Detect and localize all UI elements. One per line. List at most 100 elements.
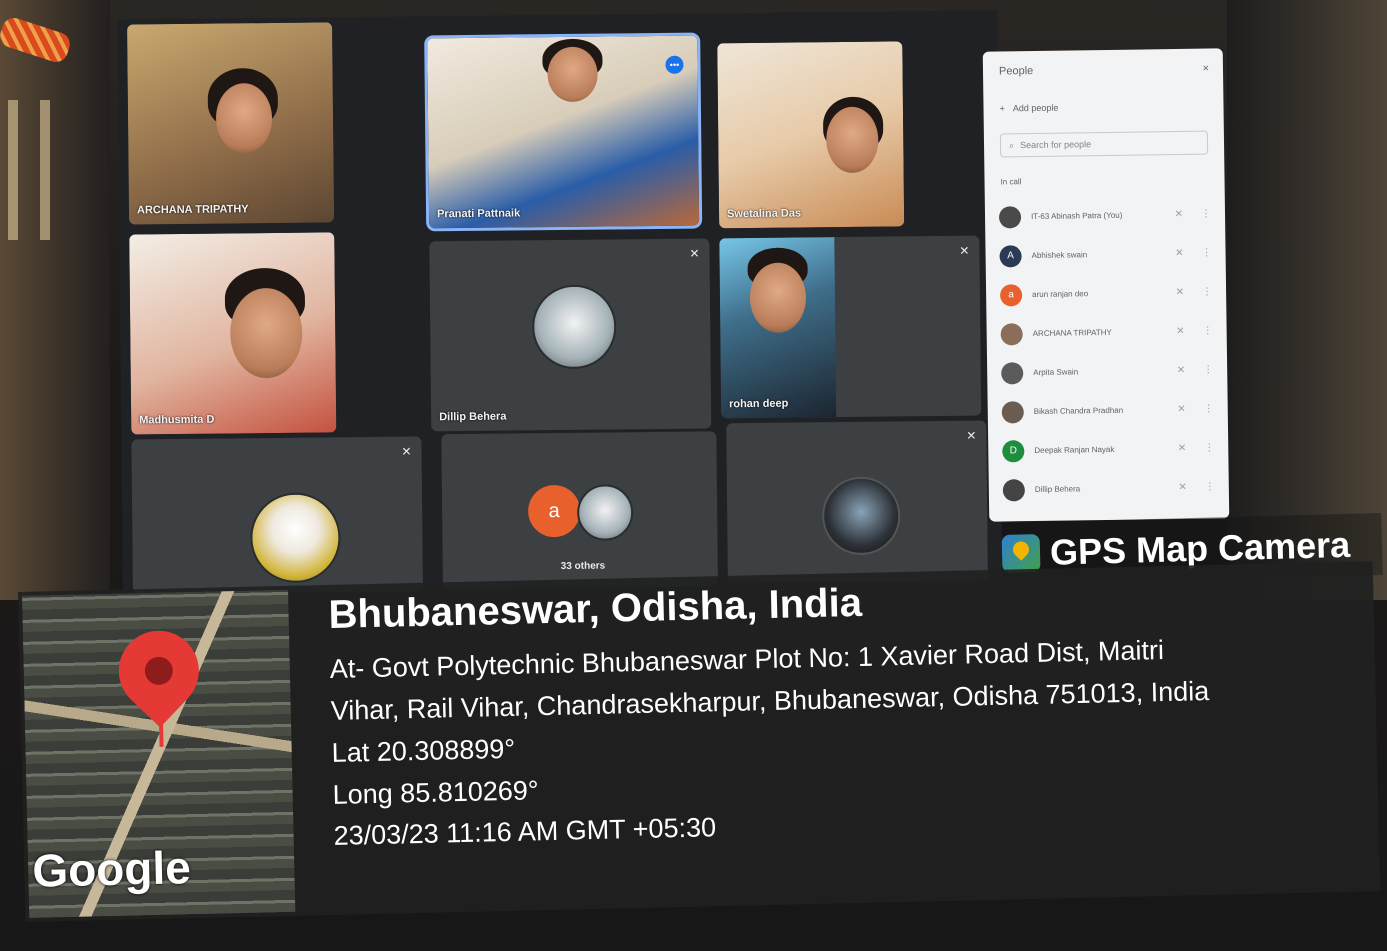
person-actions[interactable]: ✕ ⋮	[1178, 482, 1215, 494]
mic-off-icon: ✕	[401, 444, 412, 459]
more-options-icon[interactable]: •••	[665, 55, 684, 74]
person-avatar	[998, 205, 1022, 228]
people-list-item[interactable]: D Deepak Ranjan Nayak ✕ ⋮	[1002, 429, 1215, 471]
blind-slat	[8, 100, 18, 240]
gps-info-card: Google Bhubaneswar, Odisha, India At- Go…	[18, 561, 1381, 922]
people-list-item[interactable]: ARCHANA TRIPATHY ✕ ⋮	[1000, 312, 1213, 354]
people-list-item[interactable]: Arpita Swain ✕ ⋮	[1001, 351, 1214, 393]
participant-avatar	[821, 476, 901, 556]
participant-avatar	[249, 492, 341, 584]
location-info: Bhubaneswar, Odisha, India At- Govt Poly…	[328, 568, 1363, 858]
participant-tile[interactable]: ARCHANA TRIPATHY	[127, 22, 335, 225]
people-list: IT-63 Abinash Patra (You) ✕ ⋮ A Abhishek …	[998, 195, 1216, 510]
person-avatar	[1001, 361, 1024, 384]
mic-off-icon: ✕	[1177, 403, 1186, 416]
meeting-grid: ARCHANA TRIPATHY ••• Pranati Pattnaik Sw…	[116, 10, 1004, 600]
room-background-right	[1227, 0, 1387, 600]
participant-name: Pranati Pattnaik	[436, 207, 521, 221]
others-count: 33 others	[560, 560, 606, 573]
participant-tile[interactable]: ✕	[726, 420, 988, 584]
person-avatar: D	[1002, 439, 1025, 462]
mic-off-icon: ✕	[959, 243, 970, 258]
photo: ARCHANA TRIPATHY ••• Pranati Pattnaik Sw…	[0, 0, 1387, 951]
participant-name: rohan deep	[728, 397, 789, 411]
participant-tile[interactable]: Madhusmita D	[129, 232, 337, 435]
others-avatar: a	[527, 484, 581, 538]
people-list-item[interactable]: A Abhishek swain ✕ ⋮	[999, 234, 1212, 276]
people-search-input[interactable]: ⌕ Search for people	[999, 130, 1209, 158]
person-actions[interactable]: ✕ ⋮	[1175, 209, 1212, 221]
person-actions[interactable]: ✕ ⋮	[1177, 365, 1214, 377]
participant-tile[interactable]: ✕ rohan deep	[719, 235, 982, 419]
more-vert-icon: ⋮	[1203, 364, 1214, 376]
mic-off-icon: ✕	[689, 246, 700, 261]
participant-tile[interactable]: Swetalina Das	[717, 41, 905, 229]
person-avatar	[1000, 322, 1023, 345]
gps-camera-logo-icon	[1001, 533, 1041, 573]
mic-off-icon: ✕	[1176, 325, 1185, 338]
participant-name: ARCHANA TRIPATHY	[136, 203, 249, 217]
participant-video	[129, 232, 337, 435]
person-name: Deepak Ranjan Nayak	[1034, 444, 1115, 456]
person-name: Arpita Swain	[1033, 367, 1079, 378]
search-icon: ⌕	[1008, 139, 1015, 150]
mic-off-icon: ✕	[1178, 481, 1187, 494]
map-brand: Google	[31, 841, 192, 897]
others-tile[interactable]: a 33 others	[441, 431, 718, 590]
people-panel-title: People	[998, 64, 1034, 78]
person-name: IT-63 Abinash Patra (You)	[1030, 210, 1123, 222]
participant-video	[717, 41, 905, 229]
more-vert-icon: ⋮	[1204, 481, 1215, 493]
more-vert-icon: ⋮	[1204, 442, 1215, 454]
participant-tile[interactable]: ✕ Dillip Behera	[429, 238, 712, 432]
person-name: Bikash Chandra Pradhan	[1033, 405, 1124, 417]
people-list-item[interactable]: Dillip Behera ✕ ⋮	[1002, 468, 1216, 510]
search-placeholder: Search for people	[1020, 139, 1092, 151]
add-people-button[interactable]: + Add people	[999, 103, 1058, 114]
participant-video	[719, 237, 837, 419]
room-background-left	[0, 0, 110, 600]
person-actions[interactable]: ✕ ⋮	[1177, 404, 1214, 416]
people-panel-header: People ×	[999, 63, 1209, 78]
add-person-icon: +	[999, 103, 1005, 114]
people-list-item[interactable]: a arun ranjan deo ✕ ⋮	[999, 273, 1213, 315]
person-name: ARCHANA TRIPATHY	[1032, 327, 1112, 339]
others-avatar-photo	[576, 484, 634, 541]
person-avatar	[1002, 478, 1026, 501]
in-call-section-label: In call	[1000, 177, 1022, 187]
more-vert-icon: ⋮	[1202, 286, 1213, 298]
participant-name: Dillip Behera	[439, 410, 507, 424]
participant-name: Swetalina Das	[726, 207, 802, 221]
participant-tile-active[interactable]: ••• Pranati Pattnaik	[424, 32, 703, 232]
person-name: Dillip Behera	[1034, 484, 1081, 495]
person-name: arun ranjan deo	[1032, 289, 1089, 300]
more-vert-icon: ⋮	[1203, 403, 1214, 415]
add-people-label: Add people	[1012, 102, 1059, 114]
person-actions[interactable]: ✕ ⋮	[1176, 287, 1213, 299]
people-panel: People × + Add people ⌕ Search for peopl…	[982, 48, 1230, 522]
participant-tile[interactable]: ✕	[131, 436, 423, 595]
person-actions[interactable]: ✕ ⋮	[1175, 248, 1212, 260]
person-avatar: a	[999, 283, 1023, 306]
mic-off-icon: ✕	[966, 428, 977, 443]
person-name: Abhishek swain	[1031, 250, 1088, 261]
participant-name: Madhusmita D	[139, 413, 215, 427]
close-icon[interactable]: ×	[1202, 63, 1209, 75]
mic-off-icon: ✕	[1174, 208, 1184, 221]
people-list-item[interactable]: Bikash Chandra Pradhan ✕ ⋮	[1001, 390, 1214, 432]
mic-off-icon: ✕	[1177, 442, 1187, 455]
person-actions[interactable]: ✕ ⋮	[1178, 443, 1215, 455]
more-vert-icon: ⋮	[1201, 247, 1212, 259]
blind-slat	[40, 100, 50, 240]
participant-video	[427, 35, 700, 229]
mic-off-icon: ✕	[1176, 364, 1186, 377]
person-avatar: A	[999, 244, 1022, 267]
person-actions[interactable]: ✕ ⋮	[1176, 326, 1213, 338]
participant-avatar	[531, 284, 617, 370]
more-vert-icon: ⋮	[1200, 208, 1212, 220]
mic-off-icon: ✕	[1175, 286, 1185, 299]
cable	[0, 14, 73, 66]
person-avatar	[1001, 400, 1024, 423]
people-list-item[interactable]: IT-63 Abinash Patra (You) ✕ ⋮	[998, 195, 1212, 237]
mic-off-icon: ✕	[1175, 247, 1184, 260]
